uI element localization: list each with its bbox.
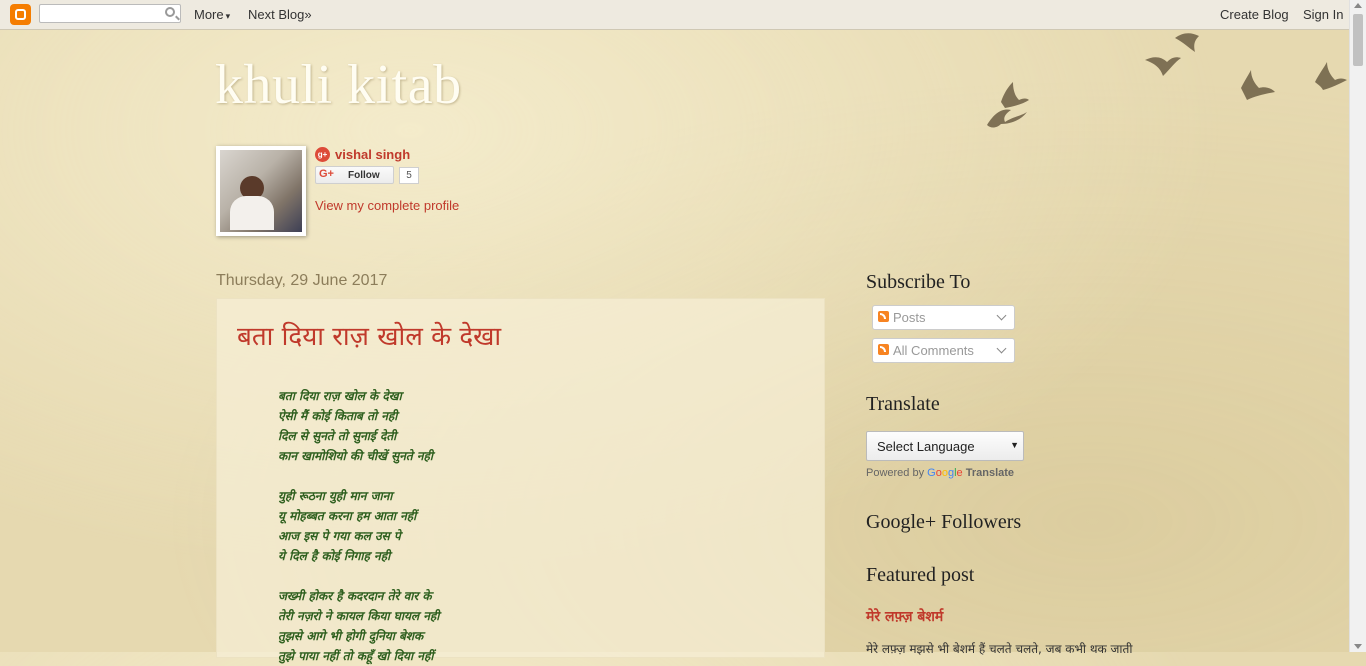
search-icon[interactable] [165,7,175,17]
featured-post-snippet: मेरे लफ़्ज़ मझसे भी बेशर्म हैं चलते चलते… [866,642,1133,656]
chevron-down-icon: ▾ [225,11,231,21]
poem-line: यू मोहब्बत करना हम आता नहीं [278,509,417,523]
profile-name-link[interactable]: vishal singh [335,147,410,162]
poem-line: जख्मी होकर है कदरदान तेरे वार के [278,589,432,603]
poem-line: युही रूठना युही मान जाना [278,489,393,503]
follow-label: Follow [348,170,380,181]
blog-title[interactable]: khuli kitab [215,53,462,117]
chevron-down-icon [996,343,1007,354]
powered-by-label: Powered by [866,467,925,479]
subscribe-comments-label: All Comments [893,343,974,358]
stanza-gap [278,466,439,486]
google-logo: Google [927,467,963,479]
stanza-gap [278,566,439,586]
subscribe-heading: Subscribe To [866,271,971,293]
photo-body [230,196,274,230]
more-label: More [194,7,224,22]
dropdown-arrow-icon: ▼ [1010,440,1019,450]
gplus-small-icon: G+ [319,168,334,180]
poem-line: ऐसी मैं कोई किताब तो नही [278,409,398,423]
more-menu[interactable]: More ▾ [194,7,230,22]
feed-icon [878,311,889,322]
poem-line: दिल से सुनते तो सुनाई देती [278,429,397,443]
scrollbar-thumb[interactable] [1353,14,1363,66]
poem-line: तुझसे आगे भी होगी दुनिया बेशक [278,629,424,643]
create-blog-link[interactable]: Create Blog [1220,7,1289,22]
translate-link[interactable]: Translate [966,467,1014,479]
language-select-value: Select Language [877,439,975,454]
post-body: बता दिया राज़ खोल के देखा ऐसी मैं कोई कि… [278,386,439,666]
chevron-down-icon [996,310,1007,321]
poem-line: बता दिया राज़ खोल के देखा [278,389,402,403]
featured-post-heading: Featured post [866,564,975,586]
powered-by-google: Powered by Google Translate [866,467,1014,479]
translate-heading: Translate [866,393,940,415]
subscribe-comments-dropdown[interactable]: All Comments [872,338,1015,363]
followers-heading: Google+ Followers [866,511,1022,533]
post-date: Thursday, 29 June 2017 [216,272,388,289]
language-select[interactable]: Select Language ▼ [866,431,1024,461]
feed-icon [878,344,889,355]
poem-line: तेरी नज़रो ने कायल किया घायल नही [278,609,440,623]
subscribe-posts-label: Posts [893,310,926,325]
profile-photo-image [220,150,302,232]
scroll-down-icon[interactable] [1354,644,1362,649]
follow-button[interactable]: G+ Follow [315,166,394,184]
post-card: बता दिया राज़ खोल के देखा बता दिया राज़ … [216,298,825,663]
blogger-navbar: More ▾ Next Blog» Create Blog Sign In [0,0,1350,30]
google-letter: G [927,467,936,479]
poem-line: तुझे पाया नहीं तो कहूँ खो दिया नहीं [278,649,434,663]
search-input[interactable] [39,4,181,23]
next-blog-link[interactable]: Next Blog» [248,7,312,22]
subscribe-posts-dropdown[interactable]: Posts [872,305,1015,330]
google-letter: e [956,467,963,479]
view-profile-link[interactable]: View my complete profile [315,198,459,213]
featured-post-title[interactable]: मेरे लफ़्ज़ बेशर्म [866,607,943,626]
scroll-up-icon[interactable] [1354,3,1362,8]
birds-decoration [987,33,1347,128]
page-scrollbar[interactable] [1349,0,1366,652]
follower-count-badge: 5 [399,167,419,184]
poem-line: ये दिल है कोई निगाह नही [278,549,391,563]
poem-line: कान खामोशियो की चीखें सुनते नही [278,449,434,463]
sign-in-link[interactable]: Sign In [1303,7,1343,22]
profile-avatar[interactable] [216,146,306,236]
blogger-icon[interactable] [10,4,31,25]
gplus-icon: g+ [315,147,330,162]
post-title[interactable]: बता दिया राज़ खोल के देखा [237,317,501,353]
poem-line: आज इस पे गया कल उस पे [278,529,401,543]
